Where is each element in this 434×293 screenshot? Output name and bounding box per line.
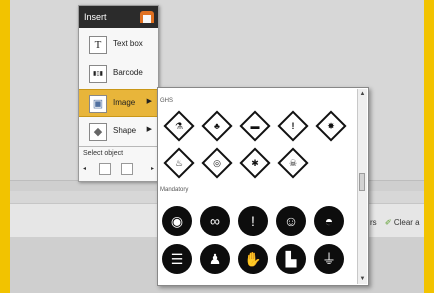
menu-item-text-box[interactable]: T Text box [79, 31, 158, 57]
select-box[interactable] [99, 163, 111, 175]
app-icon [140, 11, 154, 23]
face-shield-icon[interactable]: ☺ [276, 206, 306, 236]
menu-item-label: Barcode [113, 68, 143, 77]
menu-item-image[interactable]: ▣ Image ▶ [79, 89, 158, 117]
clear-button[interactable]: Clear a [394, 218, 420, 227]
ghs-environment-icon[interactable]: ♣ [201, 110, 233, 142]
image-gallery: GHS ⚗ ♣ ▬ ! ✸ ♨ ◎ ✱ ☠ Mandatory ◉ ∞ ! ☺ … [157, 87, 369, 286]
protective-clothing-icon[interactable]: ♟ [200, 244, 230, 274]
ghs-toxic-icon[interactable]: ☠ [277, 147, 309, 179]
scroll-down-icon[interactable]: ▼ [358, 274, 367, 284]
text-box-icon: T [89, 36, 107, 54]
menu-title: Insert [84, 12, 107, 22]
menu-header: Insert [79, 6, 158, 28]
gallery-scrollbar[interactable]: ▲ ▼ [357, 89, 367, 284]
barcode-icon: ▮▯▮ [89, 65, 107, 83]
select-box[interactable] [121, 163, 133, 175]
menu-item-shape[interactable]: ◆ Shape ▶ [79, 118, 158, 144]
general-mandatory-icon[interactable]: ! [238, 206, 268, 236]
ear-protection-icon[interactable]: ◉ [162, 206, 192, 236]
image-icon: ▣ [89, 95, 107, 113]
submenu-arrow-icon: ▶ [146, 126, 152, 133]
head-protection-icon[interactable]: ◓ [314, 206, 344, 236]
foot-protection-icon[interactable]: ▙ [276, 244, 306, 274]
insert-menu: Insert T Text box ▮▯▮ Barcode ▣ Image ▶ … [78, 5, 159, 182]
ghs-health-hazard-icon[interactable]: ✱ [239, 147, 271, 179]
ghs-oxidizer-icon[interactable]: ◎ [201, 147, 233, 179]
select-prev-icon[interactable]: ◂ [83, 165, 86, 172]
right-tools: rs ✐ Clear a [370, 218, 420, 227]
read-manual-icon[interactable]: ☰ [162, 244, 192, 274]
hand-protection-icon[interactable]: ✋ [238, 244, 268, 274]
ghs-gas-cylinder-icon[interactable]: ▬ [239, 110, 271, 142]
ghs-flame-icon[interactable]: ♨ [163, 147, 195, 179]
eye-protection-icon[interactable]: ∞ [200, 206, 230, 236]
menu-item-label: Text box [113, 39, 143, 48]
select-object-label: Select object [83, 150, 124, 157]
select-object: Select object ◂ ▸ [79, 146, 158, 182]
ghs-exclamation-icon[interactable]: ! [277, 110, 309, 142]
submenu-arrow-icon: ▶ [146, 98, 152, 105]
menu-item-label: Shape [113, 126, 137, 135]
ghs-explosive-icon[interactable]: ✸ [315, 110, 347, 142]
section-mandatory: Mandatory [160, 187, 189, 193]
menu-item-barcode[interactable]: ▮▯▮ Barcode [79, 60, 158, 86]
section-ghs: GHS [160, 98, 174, 104]
earth-icon[interactable]: ⏚ [314, 244, 344, 274]
ghs-corrosion-icon[interactable]: ⚗ [163, 110, 195, 142]
menu-item-label: Image [113, 98, 136, 107]
scroll-thumb[interactable] [359, 173, 365, 191]
clear-icon[interactable]: ✐ [385, 218, 392, 227]
partial-text: rs [370, 218, 377, 227]
shape-icon: ◆ [89, 123, 107, 141]
select-next-icon[interactable]: ▸ [151, 165, 154, 172]
scroll-up-icon[interactable]: ▲ [358, 89, 367, 99]
